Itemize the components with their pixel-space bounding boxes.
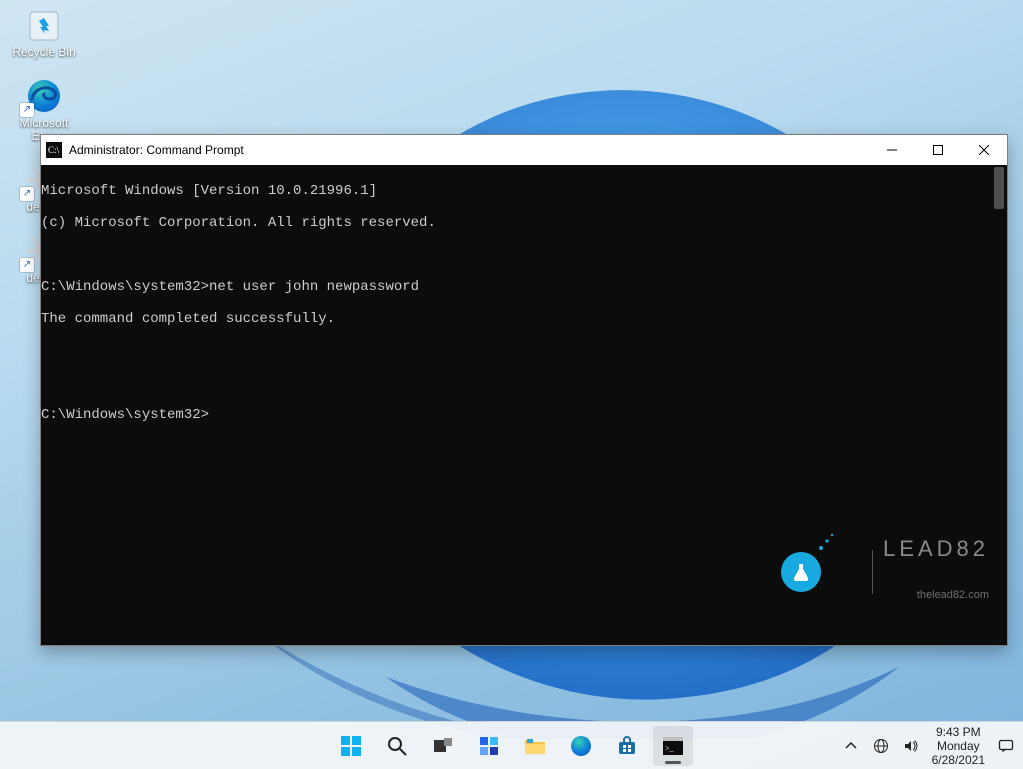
scrollbar-thumb[interactable] xyxy=(994,167,1004,209)
taskbar[interactable]: >_ 9:43 PM Monday 6/28/2021 xyxy=(0,721,1023,769)
svg-text:>_: >_ xyxy=(665,744,675,753)
window-title: Administrator: Command Prompt xyxy=(67,143,869,157)
desktop-icon-label: Recycle Bin xyxy=(12,44,75,59)
recycle-bin-icon xyxy=(22,6,66,44)
tray-network-icon[interactable] xyxy=(872,737,890,755)
watermark-brand: LEAD82 xyxy=(883,541,989,557)
terminal-scrollbar[interactable] xyxy=(991,165,1007,645)
task-view-button[interactable] xyxy=(423,726,463,766)
file-explorer-button[interactable] xyxy=(515,726,555,766)
command-prompt-taskbar-button[interactable]: >_ xyxy=(653,726,693,766)
terminal-line: C:\Windows\system32>net user john newpas… xyxy=(41,279,1007,295)
start-button[interactable] xyxy=(331,726,371,766)
tray-notifications-icon[interactable] xyxy=(997,737,1015,755)
svg-text:C:\: C:\ xyxy=(48,145,60,155)
titlebar[interactable]: C:\ Administrator: Command Prompt xyxy=(41,135,1007,165)
tray-day: Monday xyxy=(932,739,985,753)
terminal-line: C:\Windows\system32> xyxy=(41,407,1007,423)
watermark-url: thelead82.com xyxy=(883,587,989,603)
flask-icon xyxy=(781,552,821,592)
edge-button[interactable] xyxy=(561,726,601,766)
maximize-button[interactable] xyxy=(915,135,961,165)
terminal-line: (c) Microsoft Corporation. All rights re… xyxy=(41,215,1007,231)
command-prompt-window[interactable]: C:\ Administrator: Command Prompt Micros… xyxy=(40,134,1008,646)
watermark: LEAD82 thelead82.com xyxy=(781,509,989,635)
terminal-line xyxy=(41,375,1007,391)
tray-clock[interactable]: 9:43 PM Monday 6/28/2021 xyxy=(932,725,985,767)
desktop-icon-recycle-bin[interactable]: Recycle Bin xyxy=(6,6,82,59)
widgets-button[interactable] xyxy=(469,726,509,766)
terminal-line xyxy=(41,247,1007,263)
tray-time: 9:43 PM xyxy=(932,725,985,739)
minimize-button[interactable] xyxy=(869,135,915,165)
tray-volume-icon[interactable] xyxy=(902,737,920,755)
tray-chevron-up-icon[interactable] xyxy=(842,737,860,755)
terminal-line: Microsoft Windows [Version 10.0.21996.1] xyxy=(41,183,1007,199)
search-button[interactable] xyxy=(377,726,417,766)
terminal-line: The command completed successfully. xyxy=(41,311,1007,327)
edge-icon xyxy=(22,77,66,115)
cmd-icon: C:\ xyxy=(41,142,67,158)
close-button[interactable] xyxy=(961,135,1007,165)
tray-date: 6/28/2021 xyxy=(932,753,985,767)
store-button[interactable] xyxy=(607,726,647,766)
terminal-line xyxy=(41,343,1007,359)
terminal-body[interactable]: Microsoft Windows [Version 10.0.21996.1]… xyxy=(41,165,1007,645)
